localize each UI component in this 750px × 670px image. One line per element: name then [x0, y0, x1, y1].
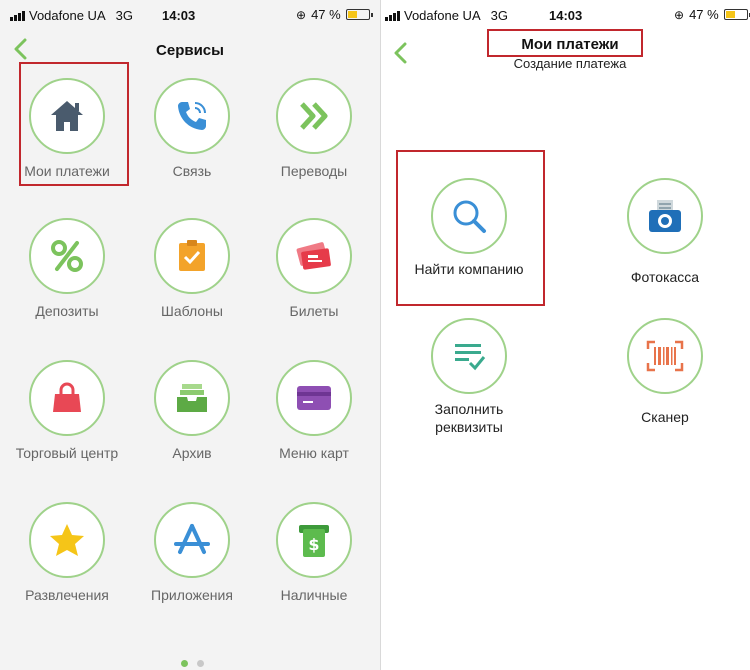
page-subtitle: Создание платежа: [513, 56, 627, 71]
battery-icon: [345, 9, 373, 20]
tile-card-menu[interactable]: Меню карт: [254, 360, 374, 462]
tile-find-company[interactable]: Найти компанию: [409, 178, 529, 278]
tile-my-payments[interactable]: Мои платежи: [7, 78, 127, 180]
form-check-icon: [431, 318, 507, 394]
tile-shopping-center[interactable]: Торговый центр: [7, 360, 127, 462]
tile-fill-details[interactable]: Заполнить реквизиты: [409, 318, 529, 436]
tile-label: Заполнить реквизиты: [434, 401, 504, 435]
search-icon: [431, 178, 507, 254]
my-payments-screen: Vodafone UA 3G 14:03 ⊕ 47 % Мои платежи …: [381, 0, 750, 670]
back-chevron-icon[interactable]: [390, 42, 412, 64]
clipboard-check-icon: [154, 218, 230, 294]
tile-label: Приложения: [151, 587, 233, 603]
tile-label: Развлечения: [25, 587, 109, 603]
tile-label: Мои платежи: [24, 163, 110, 179]
battery-percent: 47 %: [689, 7, 719, 22]
tile-label: Торговый центр: [15, 445, 119, 461]
barcode-scanner-icon: [627, 318, 703, 394]
orientation-lock-icon: ⊕: [674, 7, 685, 22]
tile-scanner[interactable]: Сканер: [605, 318, 725, 426]
network-type: 3G: [115, 8, 133, 23]
tile-label: Сканер: [641, 409, 689, 425]
tile-label: Найти компанию: [414, 261, 524, 277]
battery-info: ⊕ 47 %: [296, 7, 373, 22]
status-time: 14:03: [162, 8, 196, 23]
orientation-lock-icon: ⊕: [296, 7, 307, 22]
status-bar: Vodafone UA 3G 14:03 ⊕ 47 %: [381, 0, 750, 30]
carrier-name: Vodafone UA: [29, 8, 106, 23]
carrier-name: Vodafone UA: [404, 8, 481, 23]
tickets-icon: [276, 218, 352, 294]
page-dot[interactable]: [197, 660, 204, 667]
star-icon: [29, 502, 105, 578]
services-screen: Vodafone UA 3G 14:03 ⊕ 47 % Сервисы Мои …: [0, 0, 380, 670]
tile-label: Депозиты: [35, 303, 99, 319]
archive-tray-icon: [154, 360, 230, 436]
home-icon: [29, 78, 105, 154]
tile-label: Архив: [172, 445, 212, 461]
phone-icon: [154, 78, 230, 154]
tile-communication[interactable]: Связь: [132, 78, 252, 180]
tile-archive[interactable]: Архив: [132, 360, 252, 462]
card-icon: [276, 360, 352, 436]
battery-info: ⊕ 47 %: [674, 7, 750, 22]
tile-label: Фотокасса: [630, 269, 700, 285]
tile-photo-cashier[interactable]: Фотокасса: [605, 178, 725, 286]
double-chevron-icon: [276, 78, 352, 154]
page-indicator: [181, 660, 204, 667]
tile-label: Связь: [172, 163, 212, 179]
tile-label: Шаблоны: [161, 303, 223, 319]
tile-transfers[interactable]: Переводы: [254, 78, 374, 180]
tile-deposits[interactable]: Депозиты: [7, 218, 127, 320]
carrier-info: Vodafone UA 3G: [10, 8, 133, 23]
tile-label: Меню карт: [279, 445, 349, 461]
page-dot-active[interactable]: [181, 660, 188, 667]
cash-icon: $: [276, 502, 352, 578]
tile-label: Наличные: [280, 587, 348, 603]
carrier-info: Vodafone UA 3G: [385, 8, 508, 23]
tile-cash[interactable]: $ Наличные: [254, 502, 374, 604]
tile-label: Переводы: [280, 163, 348, 179]
camera-icon: [627, 178, 703, 254]
page-title: Мои платежи: [521, 36, 619, 53]
status-bar: Vodafone UA 3G 14:03 ⊕ 47 %: [0, 0, 380, 30]
tile-templates[interactable]: Шаблоны: [132, 218, 252, 320]
app-store-icon: [154, 502, 230, 578]
svg-text:$: $: [308, 535, 319, 554]
percent-icon: [29, 218, 105, 294]
signal-icon: [10, 10, 25, 21]
network-type: 3G: [490, 8, 508, 23]
signal-icon: [385, 10, 400, 21]
page-title: Сервисы: [156, 42, 224, 59]
tile-entertainment[interactable]: Развлечения: [7, 502, 127, 604]
battery-icon: [723, 9, 750, 20]
battery-percent: 47 %: [311, 7, 341, 22]
shopping-bag-icon: [29, 360, 105, 436]
status-time: 14:03: [549, 8, 583, 23]
tile-tickets[interactable]: Билеты: [254, 218, 374, 320]
tile-label: Билеты: [289, 303, 339, 319]
tile-applications[interactable]: Приложения: [132, 502, 252, 604]
